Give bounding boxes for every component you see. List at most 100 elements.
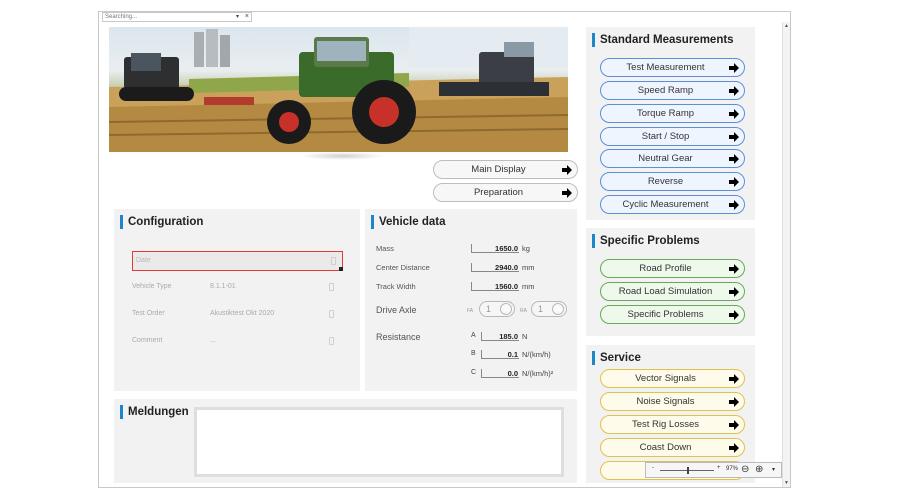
arrow-right-icon <box>729 109 739 119</box>
resistance-b-input[interactable]: 0.1 <box>481 350 519 359</box>
button-label: Reverse <box>647 176 684 187</box>
button-label: Noise Signals <box>636 396 695 407</box>
neutral-gear-button[interactable]: Neutral Gear <box>600 149 745 168</box>
vehicle-data-panel: Vehicle data Mass 1650.0 kg Center Dista… <box>365 209 577 391</box>
chevron-down-icon[interactable]: ▾ <box>236 13 239 21</box>
arrow-right-icon <box>729 264 739 274</box>
zoom-out-button[interactable]: - <box>652 465 654 471</box>
track-width-input[interactable]: 1560.0 <box>471 282 519 291</box>
button-label: Road Load Simulation <box>618 286 713 297</box>
date-label: Date <box>136 257 151 264</box>
spinner-icon[interactable] <box>329 337 334 345</box>
messages-textarea[interactable] <box>194 407 564 477</box>
track-width-unit: mm <box>522 282 535 291</box>
button-label: Coast Down <box>639 442 692 453</box>
test-rig-losses-button[interactable]: Test Rig Losses <box>600 415 745 434</box>
start-stop-button[interactable]: Start / Stop <box>600 127 745 146</box>
vector-signals-button[interactable]: Vector Signals <box>600 369 745 388</box>
mass-input[interactable]: 1650.0 <box>471 244 519 253</box>
test-order-label: Test Order <box>132 310 165 317</box>
arrow-right-icon <box>729 287 739 297</box>
search-input[interactable]: Searching... ▾ × <box>102 12 252 22</box>
preparation-label: Preparation <box>473 187 524 198</box>
button-label: Torque Ramp <box>636 108 695 119</box>
close-icon[interactable]: × <box>245 13 249 21</box>
resistance-b-label: B <box>471 350 476 357</box>
scroll-up-icon[interactable]: ▲ <box>784 23 789 29</box>
arrow-right-icon <box>729 132 739 142</box>
standard-measurements-title: Standard Measurements <box>592 33 734 47</box>
vehicle-type-value: 8.1.1-01 <box>210 283 236 290</box>
road-profile-button[interactable]: Road Profile <box>600 259 745 278</box>
fa-value: 1 <box>486 304 492 314</box>
resistance-a-unit: N <box>522 332 528 341</box>
test-order-value: Akustiktest Okt 2020 <box>210 310 275 317</box>
hero-shadow <box>300 152 385 160</box>
button-label: Specific Problems <box>627 309 704 320</box>
arrow-right-icon <box>729 310 739 320</box>
meldungen-panel: Meldungen <box>114 399 577 483</box>
resistance-c-input[interactable]: 0.0 <box>481 369 519 378</box>
coast-down-button[interactable]: Coast Down <box>600 438 745 457</box>
vehicle-data-title: Vehicle data <box>371 215 445 229</box>
zoom-toolbar: - + 97% ⊖ ⊕ ▾ <box>645 462 782 478</box>
spinner-icon[interactable] <box>331 257 336 265</box>
arrow-right-icon <box>562 165 572 175</box>
road-load-simulation-button[interactable]: Road Load Simulation <box>600 282 745 301</box>
fa-toggle[interactable]: 1 <box>479 301 515 317</box>
button-label: Test Measurement <box>626 62 705 73</box>
zoom-in-icon[interactable]: ⊕ <box>755 464 763 475</box>
torque-ramp-button[interactable]: Torque Ramp <box>600 104 745 123</box>
comment-value: ... <box>210 337 216 344</box>
comment-field[interactable]: ... <box>206 335 336 347</box>
specific-problems-title: Specific Problems <box>592 234 700 248</box>
spinner-icon[interactable] <box>329 283 334 291</box>
cyclic-measurement-button[interactable]: Cyclic Measurement <box>600 195 745 214</box>
arrow-right-icon <box>562 188 572 198</box>
button-label: Test Rig Losses <box>631 419 700 430</box>
chevron-down-icon[interactable]: ▾ <box>772 466 775 473</box>
resistance-label: Resistance <box>376 332 421 342</box>
standard-measurements-panel: Standard Measurements <box>586 27 755 220</box>
resistance-c-label: C <box>471 369 477 376</box>
vehicle-type-field[interactable]: 8.1.1-01 <box>206 281 336 293</box>
reverse-button[interactable]: Reverse <box>600 172 745 191</box>
test-measurement-button[interactable]: Test Measurement <box>600 58 745 77</box>
ra-toggle[interactable]: 1 <box>531 301 567 317</box>
main-display-button[interactable]: Main Display <box>433 160 578 179</box>
ra-label: RA <box>520 308 527 314</box>
zoom-out-icon[interactable]: ⊖ <box>741 464 749 475</box>
center-distance-input[interactable]: 2940.0 <box>471 263 519 272</box>
resize-handle <box>339 267 343 271</box>
noise-signals-button[interactable]: Noise Signals <box>600 392 745 411</box>
center-distance-label: Center Distance <box>376 263 430 272</box>
scroll-down-icon[interactable]: ▼ <box>784 480 789 486</box>
arrow-right-icon <box>729 86 739 96</box>
vertical-scrollbar[interactable]: ▲ ▼ <box>782 22 790 487</box>
test-order-field[interactable]: Akustiktest Okt 2020 <box>206 308 336 320</box>
toggle-knob <box>552 303 564 315</box>
resistance-a-input[interactable]: 185.0 <box>481 332 519 341</box>
arrow-right-icon <box>729 177 739 187</box>
arrow-right-icon <box>729 154 739 164</box>
meldungen-title: Meldungen <box>120 405 189 419</box>
vehicle-type-label: Vehicle Type <box>132 283 172 290</box>
preparation-button[interactable]: Preparation <box>433 183 578 202</box>
ra-value: 1 <box>538 304 544 314</box>
arrow-right-icon <box>729 397 739 407</box>
mass-unit: kg <box>522 244 530 253</box>
resistance-a-label: A <box>471 332 476 339</box>
specific-problems-button[interactable]: Specific Problems <box>600 305 745 324</box>
zoom-in-button[interactable]: + <box>717 465 721 471</box>
spinner-icon[interactable] <box>329 310 334 318</box>
arrow-right-icon <box>729 200 739 210</box>
zoom-slider-thumb[interactable] <box>687 467 689 474</box>
service-title: Service <box>592 351 641 365</box>
date-field[interactable]: Date <box>132 251 343 271</box>
arrow-right-icon <box>729 374 739 384</box>
button-label: Speed Ramp <box>637 85 694 96</box>
configuration-panel: Configuration Date Vehicle Type 8.1.1-01… <box>114 209 360 391</box>
speed-ramp-button[interactable]: Speed Ramp <box>600 81 745 100</box>
button-label: Road Profile <box>639 263 692 274</box>
main-display-label: Main Display <box>471 164 526 175</box>
